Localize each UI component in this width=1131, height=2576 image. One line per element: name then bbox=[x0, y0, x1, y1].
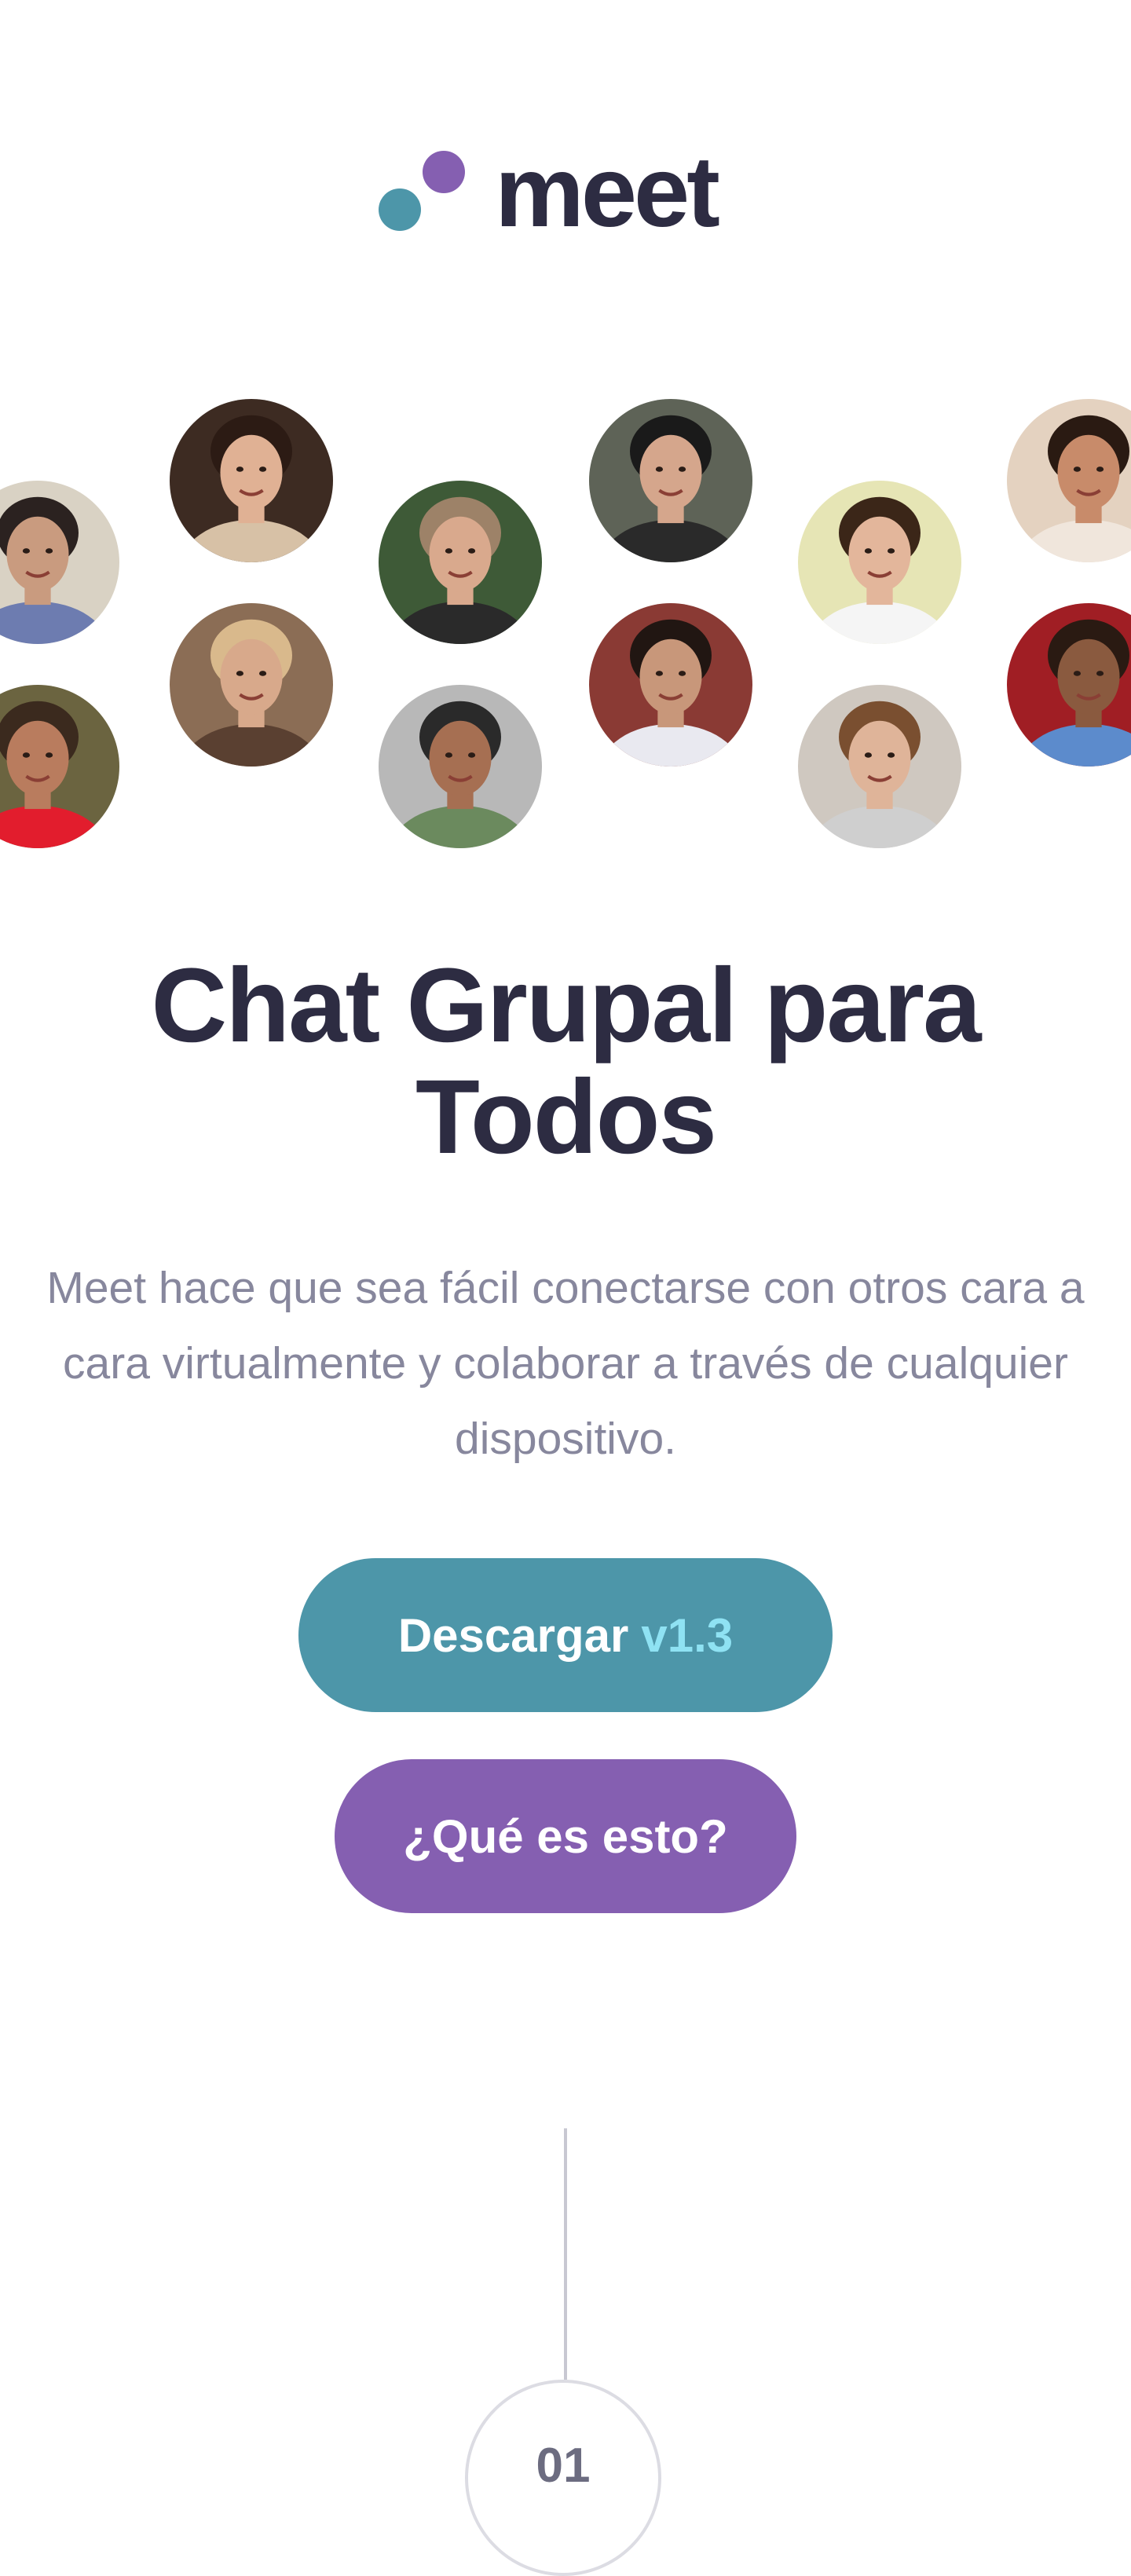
step-number: 01 bbox=[536, 2439, 591, 2493]
hero-subtitle: Meet hace que sea fácil conectarse con o… bbox=[46, 1263, 1085, 1464]
avatar-smiling-woman-dark-hair bbox=[170, 399, 333, 562]
what-is-this-button[interactable]: ¿Qué es esto? bbox=[335, 1759, 796, 1913]
avatar-older-man-smiling bbox=[379, 685, 542, 848]
avatar-young-man-curly-hair bbox=[0, 481, 119, 644]
avatar-bearded-man-hat bbox=[0, 685, 119, 848]
avatar-smiling-man-yellow-background bbox=[798, 481, 961, 644]
download-button[interactable]: Descargar v1.3 bbox=[298, 1558, 833, 1712]
avatar-man-flowers-background bbox=[589, 603, 752, 767]
step-circle: 01 bbox=[465, 2380, 661, 2576]
avatar-man-fur-collar bbox=[379, 481, 542, 644]
teal-dot-icon bbox=[379, 188, 421, 231]
avatar-man-wavy-hair bbox=[798, 685, 961, 848]
site-logo[interactable]: meet bbox=[0, 141, 1131, 251]
avatar-couple-flowers bbox=[1007, 399, 1131, 562]
download-button-label: Descargar bbox=[397, 1608, 629, 1662]
download-version-badge: v1.3 bbox=[641, 1608, 734, 1662]
avatar-laughing-blonde-woman bbox=[170, 603, 333, 767]
purple-dot-icon bbox=[423, 151, 465, 193]
hero-title: Chat Grupal para Todos bbox=[151, 947, 981, 1176]
two-dots-logo-icon bbox=[379, 151, 465, 237]
avatar-man-sunglasses bbox=[589, 399, 752, 562]
logo-wordmark: meet bbox=[495, 136, 720, 248]
avatar-woman-red-background bbox=[1007, 603, 1131, 767]
step-connector-line bbox=[564, 2128, 567, 2380]
what-is-this-label: ¿Qué es esto? bbox=[403, 1809, 728, 1863]
